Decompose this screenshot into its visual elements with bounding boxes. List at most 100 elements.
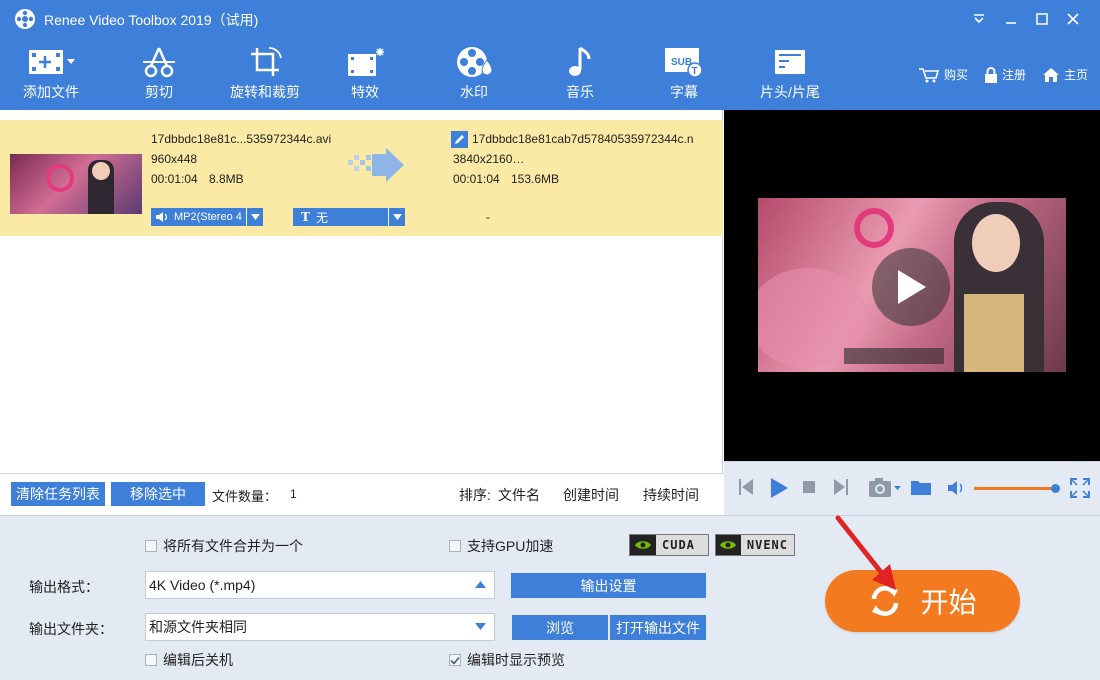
file-row[interactable]: 17dbbdc18e81c...535972344c.avi 960x448 0…	[0, 120, 723, 236]
chevron-up-icon	[475, 581, 486, 588]
chevron-down-icon	[475, 623, 486, 630]
play-overlay-button[interactable]	[872, 248, 950, 326]
effects-icon	[348, 48, 384, 76]
tool-music[interactable]: 音乐	[560, 38, 600, 110]
lock-icon	[985, 66, 997, 83]
tool-cut[interactable]: 剪切	[136, 38, 182, 110]
edit-name-button[interactable]	[451, 131, 468, 148]
tool-intro-outro[interactable]: 片头/片尾	[754, 38, 826, 110]
audio-track-value: MP2(Stereo 4	[174, 211, 242, 223]
home-icon	[1043, 67, 1059, 82]
tool-label: 水印	[460, 84, 488, 100]
tool-add-file[interactable]: 添加文件	[20, 38, 82, 110]
player-controls	[724, 461, 1100, 515]
stop-icon[interactable]	[803, 481, 815, 493]
show-preview-checkbox[interactable]: 编辑时显示预览	[449, 650, 565, 670]
register-label: 注册	[1002, 68, 1027, 82]
source-size: 8.8MB	[209, 172, 244, 186]
maximize-icon	[1036, 13, 1048, 25]
gpu-accel-checkbox[interactable]: 支持GPU加速	[449, 536, 553, 556]
source-filename: 17dbbdc18e81c...535972344c.avi	[151, 132, 332, 146]
output-format-value: 4K Video (*.mp4)	[149, 577, 256, 593]
volume-slider-handle[interactable]	[1051, 484, 1060, 493]
maximize-button[interactable]	[1027, 6, 1057, 32]
shutdown-after-checkbox[interactable]: 编辑后关机	[145, 650, 233, 670]
checkbox-box[interactable]	[449, 540, 461, 552]
window-menu-button[interactable]	[964, 6, 994, 32]
volume-icon[interactable]	[947, 480, 967, 496]
tool-label: 添加文件	[23, 84, 79, 100]
nvidia-eye-icon	[630, 535, 656, 555]
tool-rotate-crop[interactable]: 旋转和裁剪	[225, 38, 305, 110]
sort-by-duration[interactable]: 持续时间	[643, 485, 699, 505]
checkbox-box[interactable]	[449, 654, 461, 666]
tool-label: 片头/片尾	[760, 84, 820, 100]
convert-arrow-icon	[348, 148, 404, 182]
video-thumbnail[interactable]	[10, 154, 142, 214]
output-settings-button[interactable]: 输出设置	[511, 573, 706, 598]
next-icon[interactable]	[833, 478, 849, 496]
tool-label: 字幕	[670, 84, 698, 100]
pointer-arrow-icon	[835, 515, 896, 590]
cart-icon	[919, 67, 940, 82]
fullscreen-icon[interactable]	[1070, 478, 1090, 498]
rotate-crop-icon	[251, 47, 282, 76]
text-t-icon: T	[301, 210, 310, 224]
tool-label: 特效	[351, 84, 379, 100]
previous-icon[interactable]	[738, 478, 754, 496]
tool-subtitle[interactable]: SUB T 字幕	[662, 38, 706, 110]
merge-files-checkbox[interactable]: 将所有文件合并为一个	[145, 536, 303, 556]
watermark-icon	[457, 47, 493, 77]
remove-selected-button[interactable]: 移除选中	[111, 482, 205, 506]
home-label: 主页	[1064, 68, 1089, 82]
gpu-accel-label: 支持GPU加速	[467, 538, 554, 554]
checkmark-icon	[450, 656, 460, 665]
nvenc-label: NVENC	[746, 538, 788, 552]
tool-label: 剪切	[145, 84, 173, 100]
output-format-select[interactable]: 4K Video (*.mp4)	[145, 571, 495, 599]
folder-icon[interactable]	[910, 478, 932, 496]
home-link[interactable]: 主页	[1042, 66, 1088, 83]
buy-link[interactable]: 购买	[918, 66, 968, 83]
svg-text:T: T	[692, 66, 698, 77]
intro-outro-icon	[775, 50, 805, 74]
play-icon	[898, 270, 926, 304]
tool-effects[interactable]: 特效	[345, 38, 385, 110]
browse-button[interactable]: 浏览	[512, 615, 608, 640]
preview-pane	[724, 110, 1100, 461]
start-label: 开始	[920, 587, 977, 618]
open-output-folder-button[interactable]: 打开输出文件	[610, 615, 706, 640]
register-link[interactable]: 注册	[984, 66, 1026, 83]
play-icon[interactable]	[769, 477, 789, 499]
nvidia-eye-icon	[716, 535, 741, 555]
subtitle-select[interactable]: T 无	[293, 208, 405, 226]
audio-track-select[interactable]: MP2(Stereo 4	[151, 208, 263, 226]
tool-watermark[interactable]: 水印	[452, 38, 496, 110]
checkbox-box[interactable]	[145, 540, 157, 552]
output-size: 153.6MB	[511, 172, 560, 186]
buy-label: 购买	[944, 68, 969, 82]
output-folder-label: 输出文件夹：	[29, 621, 113, 637]
clear-list-button[interactable]: 清除任务列表	[11, 482, 105, 506]
close-button[interactable]	[1058, 6, 1088, 32]
minimize-button[interactable]	[996, 6, 1026, 32]
cut-icon	[143, 47, 175, 78]
merge-files-label: 将所有文件合并为一个	[163, 538, 303, 554]
pencil-icon	[455, 135, 464, 144]
title-bar: Renee Video Toolbox 2019（试用)	[0, 0, 1100, 38]
file-count-label: 文件数量：	[212, 489, 278, 504]
output-duration: 00:01:04	[453, 172, 500, 186]
output-filename: 17dbbdc18e81cab7d57840535972344c.n	[472, 132, 694, 146]
source-resolution: 960x448	[151, 152, 198, 166]
source-duration: 00:01:04	[151, 172, 198, 186]
subtitle-icon: SUB T	[665, 48, 703, 78]
volume-slider[interactable]	[974, 484, 1060, 493]
output-folder-select[interactable]: 和源文件夹相同	[145, 613, 495, 641]
output-format-label: 输出格式：	[29, 579, 99, 595]
output-resolution: 3840x2160…	[453, 152, 525, 166]
camera-icon[interactable]	[868, 477, 902, 499]
add-file-icon	[29, 50, 75, 74]
sort-by-name[interactable]: 文件名	[498, 485, 540, 505]
checkbox-box[interactable]	[145, 654, 157, 666]
sort-by-created[interactable]: 创建时间	[563, 485, 619, 505]
